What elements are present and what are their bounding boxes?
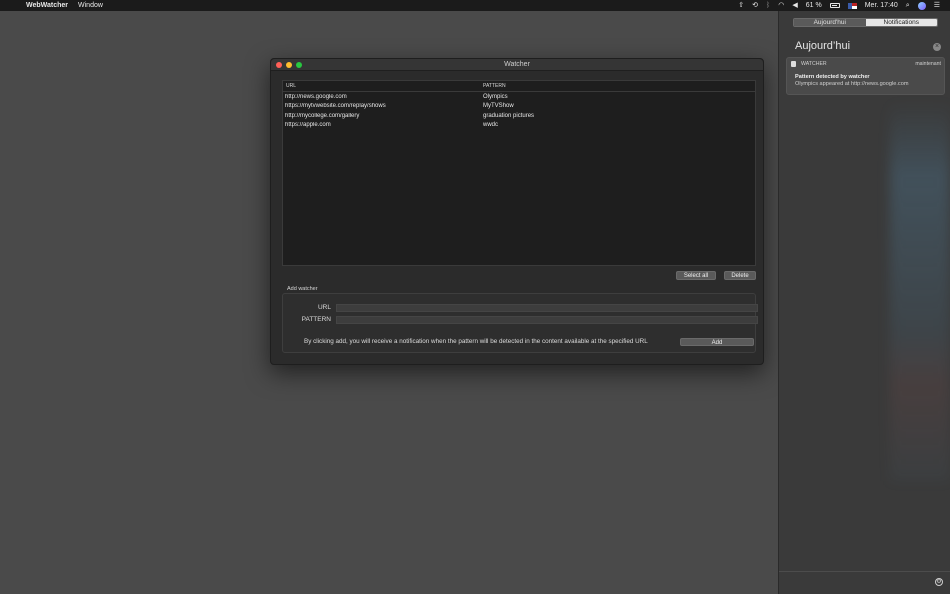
cell-url: http://news.google.com (285, 93, 347, 100)
add-watcher-label: Add watcher (287, 286, 318, 292)
delete-button[interactable]: Delete (724, 271, 756, 280)
volume-icon[interactable]: ◀ (792, 0, 797, 11)
table-row[interactable]: https://mytvwebsite.com/replay/shows MyT… (283, 102, 755, 112)
wifi-icon[interactable]: ◠ (778, 0, 784, 11)
clock[interactable]: Mer. 17:40 (865, 0, 898, 11)
notification-body: Olympics appeared at http://news.google.… (795, 81, 909, 87)
add-watcher-group: URL PATTERN By clicking add, you will re… (282, 293, 758, 353)
pattern-input[interactable] (336, 316, 758, 324)
time-machine-icon[interactable]: ⟲ (752, 0, 758, 11)
column-header-pattern[interactable]: PATTERN (481, 83, 506, 89)
section-title: Aujourd’hui (795, 40, 851, 52)
window-title: Watcher (504, 61, 530, 68)
zoom-window-button[interactable] (296, 62, 302, 68)
minimize-window-button[interactable] (286, 62, 292, 68)
table-header: URL PATTERN (283, 81, 755, 92)
table-row[interactable]: http://news.google.com Olympics (283, 92, 755, 102)
battery-icon[interactable] (829, 3, 840, 8)
status-area: ⇧ ⟲ ᛒ ◠ ◀ 61 % Mer. 17:40 ⌕ ☰ (738, 0, 940, 11)
cell-pattern: Olympics (483, 93, 508, 100)
watcher-window: Watcher URL PATTERN http://news.google.c… (270, 58, 764, 365)
app-menu[interactable]: WebWatcher (26, 2, 68, 9)
table-row[interactable]: http://mycollege.com/gallery graduation … (283, 111, 755, 121)
clear-section-icon[interactable]: × (933, 43, 941, 51)
cell-pattern: MyTVShow (483, 103, 514, 110)
window-controls (276, 62, 302, 68)
bluetooth-icon[interactable]: ᛒ (766, 0, 770, 11)
cell-pattern: graduation pictures (483, 112, 535, 119)
notification-header: WATCHER maintenant (791, 60, 941, 68)
siri-icon[interactable] (917, 1, 926, 10)
add-button[interactable]: Add (680, 338, 754, 346)
notification-title: Pattern detected by watcher (795, 74, 870, 80)
watcher-app-icon (791, 61, 796, 67)
cell-url: https://apple.com (285, 122, 331, 129)
watchers-table[interactable]: URL PATTERN http://news.google.com Olymp… (282, 80, 756, 266)
cell-url: http://mycollege.com/gallery (285, 112, 360, 119)
menu-window[interactable]: Window (78, 2, 103, 9)
airplay-icon[interactable]: ⇧ (738, 0, 744, 11)
notification-card[interactable]: WATCHER maintenant Pattern detected by w… (786, 57, 945, 95)
cell-pattern: wwdc (483, 122, 499, 129)
column-header-url[interactable]: URL (283, 83, 481, 89)
url-input[interactable] (336, 304, 758, 312)
notification-center-panel: Aujourd'hui Notifications Aujourd’hui × … (778, 11, 950, 594)
cell-url: https://mytvwebsite.com/replay/shows (285, 103, 386, 110)
background-blur (890, 101, 950, 481)
settings-gear-icon[interactable]: ⚙ (935, 578, 943, 586)
notification-center-tabs: Aujourd'hui Notifications (793, 18, 938, 27)
notification-app-name: WATCHER (801, 61, 827, 67)
notification-center-icon[interactable]: ☰ (934, 0, 940, 11)
footer-divider (779, 571, 950, 572)
notification-time: maintenant (915, 61, 941, 67)
spotlight-search-icon[interactable]: ⌕ (906, 0, 910, 11)
menu-bar: WebWatcher Window ⇧ ⟲ ᛒ ◠ ◀ 61 % Mer. 17… (0, 0, 950, 11)
input-source-flag-icon[interactable] (847, 2, 857, 9)
tab-today[interactable]: Aujourd'hui (794, 19, 866, 26)
select-all-button[interactable]: Select all (676, 271, 716, 280)
tab-notifications[interactable]: Notifications (865, 19, 937, 26)
add-hint-text: By clicking add, you will receive a noti… (304, 338, 648, 345)
battery-percent[interactable]: 61 % (806, 0, 822, 11)
url-field-label: URL (317, 304, 331, 311)
table-row[interactable]: https://apple.com wwdc (283, 121, 755, 131)
close-window-button[interactable] (276, 62, 282, 68)
pattern-field-label: PATTERN (301, 316, 331, 323)
title-bar[interactable]: Watcher (271, 59, 763, 71)
